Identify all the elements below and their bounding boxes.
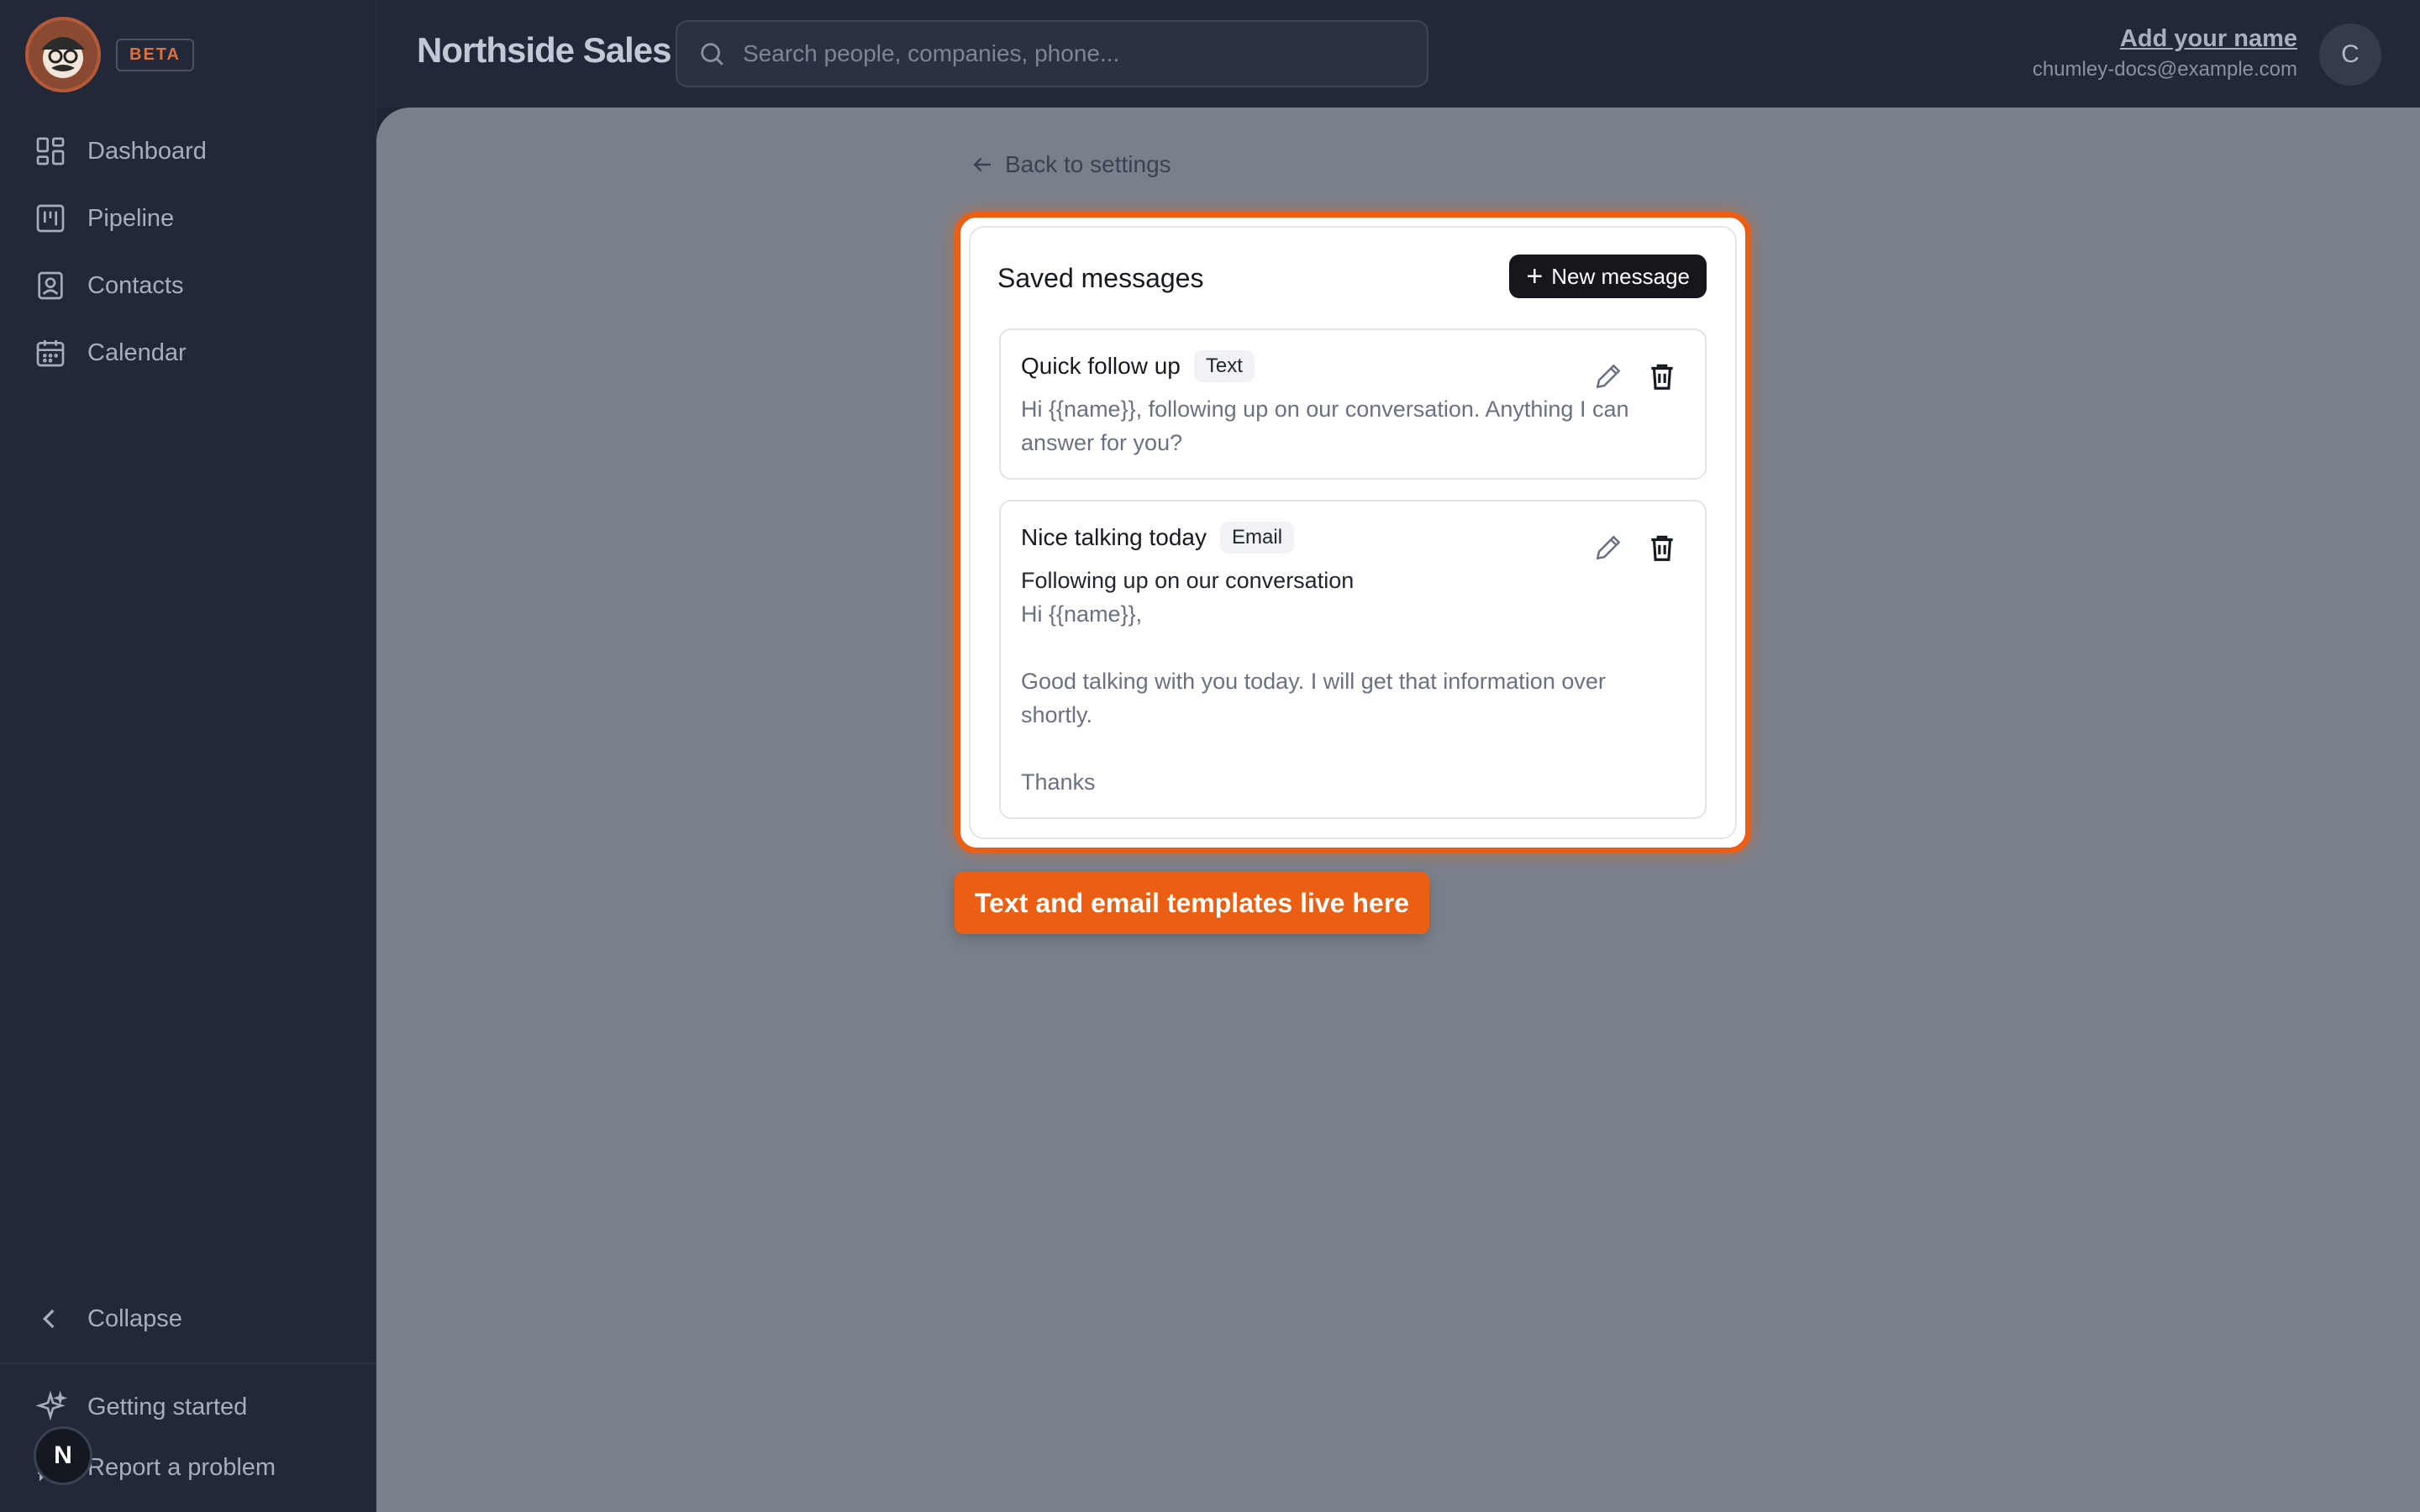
collapse-button[interactable]: Collapse xyxy=(0,1285,376,1352)
collapse-label: Collapse xyxy=(87,1305,182,1332)
sparkle-icon xyxy=(35,1390,67,1421)
message-body: Hi {{name}}, following up on our convers… xyxy=(1021,396,1629,455)
pipeline-icon xyxy=(36,204,65,233)
top-header: Northside Sales Add your name chumley-do… xyxy=(376,0,2420,108)
sidebar-item-label: Dashboard xyxy=(87,137,207,165)
sidebar-item-contacts[interactable]: Contacts xyxy=(0,252,376,319)
back-to-settings-link[interactable]: Back to settings xyxy=(970,151,1171,178)
tour-highlight: Saved messages + New message Quick follo… xyxy=(955,212,1751,853)
beta-badge: BETA xyxy=(116,38,194,71)
plus-icon: + xyxy=(1526,260,1544,292)
message-header: Quick follow up Text xyxy=(1021,350,1255,382)
sidebar-nav: Dashboard Pipeline Contacts Calendar xyxy=(0,118,376,386)
search-input[interactable] xyxy=(743,40,1427,67)
dashboard-icon xyxy=(36,137,65,165)
report-problem-label: Report a problem xyxy=(87,1453,276,1481)
tour-callout: Text and email templates live here xyxy=(955,872,1429,934)
edit-pencil-icon[interactable] xyxy=(1592,532,1624,564)
getting-started-label: Getting started xyxy=(87,1393,248,1420)
message-name: Nice talking today xyxy=(1021,524,1207,550)
saved-messages-card: Saved messages + New message Quick follo… xyxy=(969,226,1737,839)
sidebar-item-label: Contacts xyxy=(87,271,184,299)
message-actions xyxy=(1592,532,1678,564)
message-subject: Following up on our conversation xyxy=(1021,568,1355,593)
sidebar-item-dashboard[interactable]: Dashboard xyxy=(0,118,376,185)
message-body: Following up on our conversation Hi {{na… xyxy=(1021,564,1660,799)
message-line: Thanks xyxy=(1021,769,1096,795)
message-line: Good talking with you today. I will get … xyxy=(1021,669,1606,727)
sidebar-item-label: Pipeline xyxy=(87,204,175,232)
sidebar-item-label: Calendar xyxy=(87,339,187,366)
sidebar-divider xyxy=(0,1362,376,1364)
logo-area: BETA xyxy=(25,17,194,92)
message-type-badge: Text xyxy=(1193,350,1255,382)
n-avatar-badge[interactable]: N xyxy=(34,1426,92,1485)
trash-icon[interactable] xyxy=(1646,360,1678,392)
new-message-button[interactable]: + New message xyxy=(1509,255,1707,298)
new-message-label: New message xyxy=(1551,263,1690,289)
card-title: Saved messages xyxy=(997,263,1204,293)
message-actions xyxy=(1592,360,1678,392)
message-line: Hi {{name}}, xyxy=(1021,601,1143,627)
back-label: Back to settings xyxy=(1005,151,1171,177)
edit-pencil-icon[interactable] xyxy=(1592,360,1624,392)
trash-icon[interactable] xyxy=(1646,532,1678,564)
message-item[interactable]: Quick follow up Text Hi {{name}}, follow… xyxy=(999,328,1707,480)
avatar[interactable]: C xyxy=(2319,24,2381,86)
user-info: Add your name chumley-docs@example.com xyxy=(2033,25,2297,81)
calendar-icon xyxy=(36,340,65,367)
logo-icon[interactable] xyxy=(25,17,101,92)
brand-title: Northside Sales xyxy=(417,30,671,70)
message-item[interactable]: Nice talking today Email Following up on… xyxy=(999,500,1707,819)
search-box[interactable] xyxy=(676,20,1428,87)
user-email: chumley-docs@example.com xyxy=(2032,58,2297,81)
contacts-icon xyxy=(38,271,63,300)
message-header: Nice talking today Email xyxy=(1021,522,1295,554)
chevron-left-icon xyxy=(42,1309,55,1329)
sidebar-item-calendar[interactable]: Calendar xyxy=(0,319,376,386)
sidebar: BETA Dashboard Pipeline Contacts Calenda… xyxy=(0,0,376,1512)
add-name-link[interactable]: Add your name xyxy=(2033,25,2297,53)
message-type-badge: Email xyxy=(1220,522,1295,554)
sidebar-item-pipeline[interactable]: Pipeline xyxy=(0,185,376,252)
app-root: BETA Dashboard Pipeline Contacts Calenda… xyxy=(0,0,2420,1512)
arrow-left-icon xyxy=(973,157,991,172)
main-content: Back to settings Saved messages + New me… xyxy=(376,108,2420,1512)
message-name: Quick follow up xyxy=(1021,353,1181,379)
search-icon xyxy=(701,43,723,66)
